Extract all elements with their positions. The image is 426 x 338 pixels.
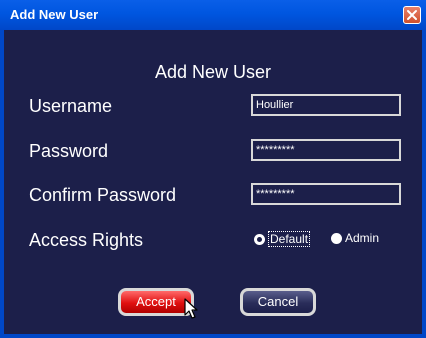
confirm-password-input[interactable] [251,183,401,205]
title-bar[interactable]: Add New User [0,0,426,30]
radio-admin-label: Admin [345,231,380,245]
radio-unchecked-icon [331,232,342,244]
cancel-button[interactable]: Cancel [240,288,316,316]
confirm-password-label: Confirm Password [29,185,177,205]
add-user-dialog: Add New User Add New User Username Passw… [0,0,426,338]
close-icon [407,10,417,20]
radio-admin[interactable]: Admin [331,231,379,245]
dialog-body: Add New User Username Password Confirm P… [4,30,422,334]
window-frame-bottom [0,334,426,338]
radio-default-label: Default [268,231,311,247]
accept-button[interactable]: Accept [118,288,194,316]
mouse-pointer-icon [184,298,198,319]
password-label: Password [29,141,109,161]
radio-checked-icon [254,233,265,245]
window-title: Add New User [10,7,99,22]
radio-default[interactable]: Default [254,231,311,247]
access-rights-label: Access Rights [29,230,144,250]
username-label: Username [29,96,113,116]
form-heading: Add New User [154,62,272,82]
window-frame-right [422,30,426,338]
password-input[interactable] [251,139,401,161]
username-input[interactable] [251,94,401,116]
close-button[interactable] [403,6,421,24]
